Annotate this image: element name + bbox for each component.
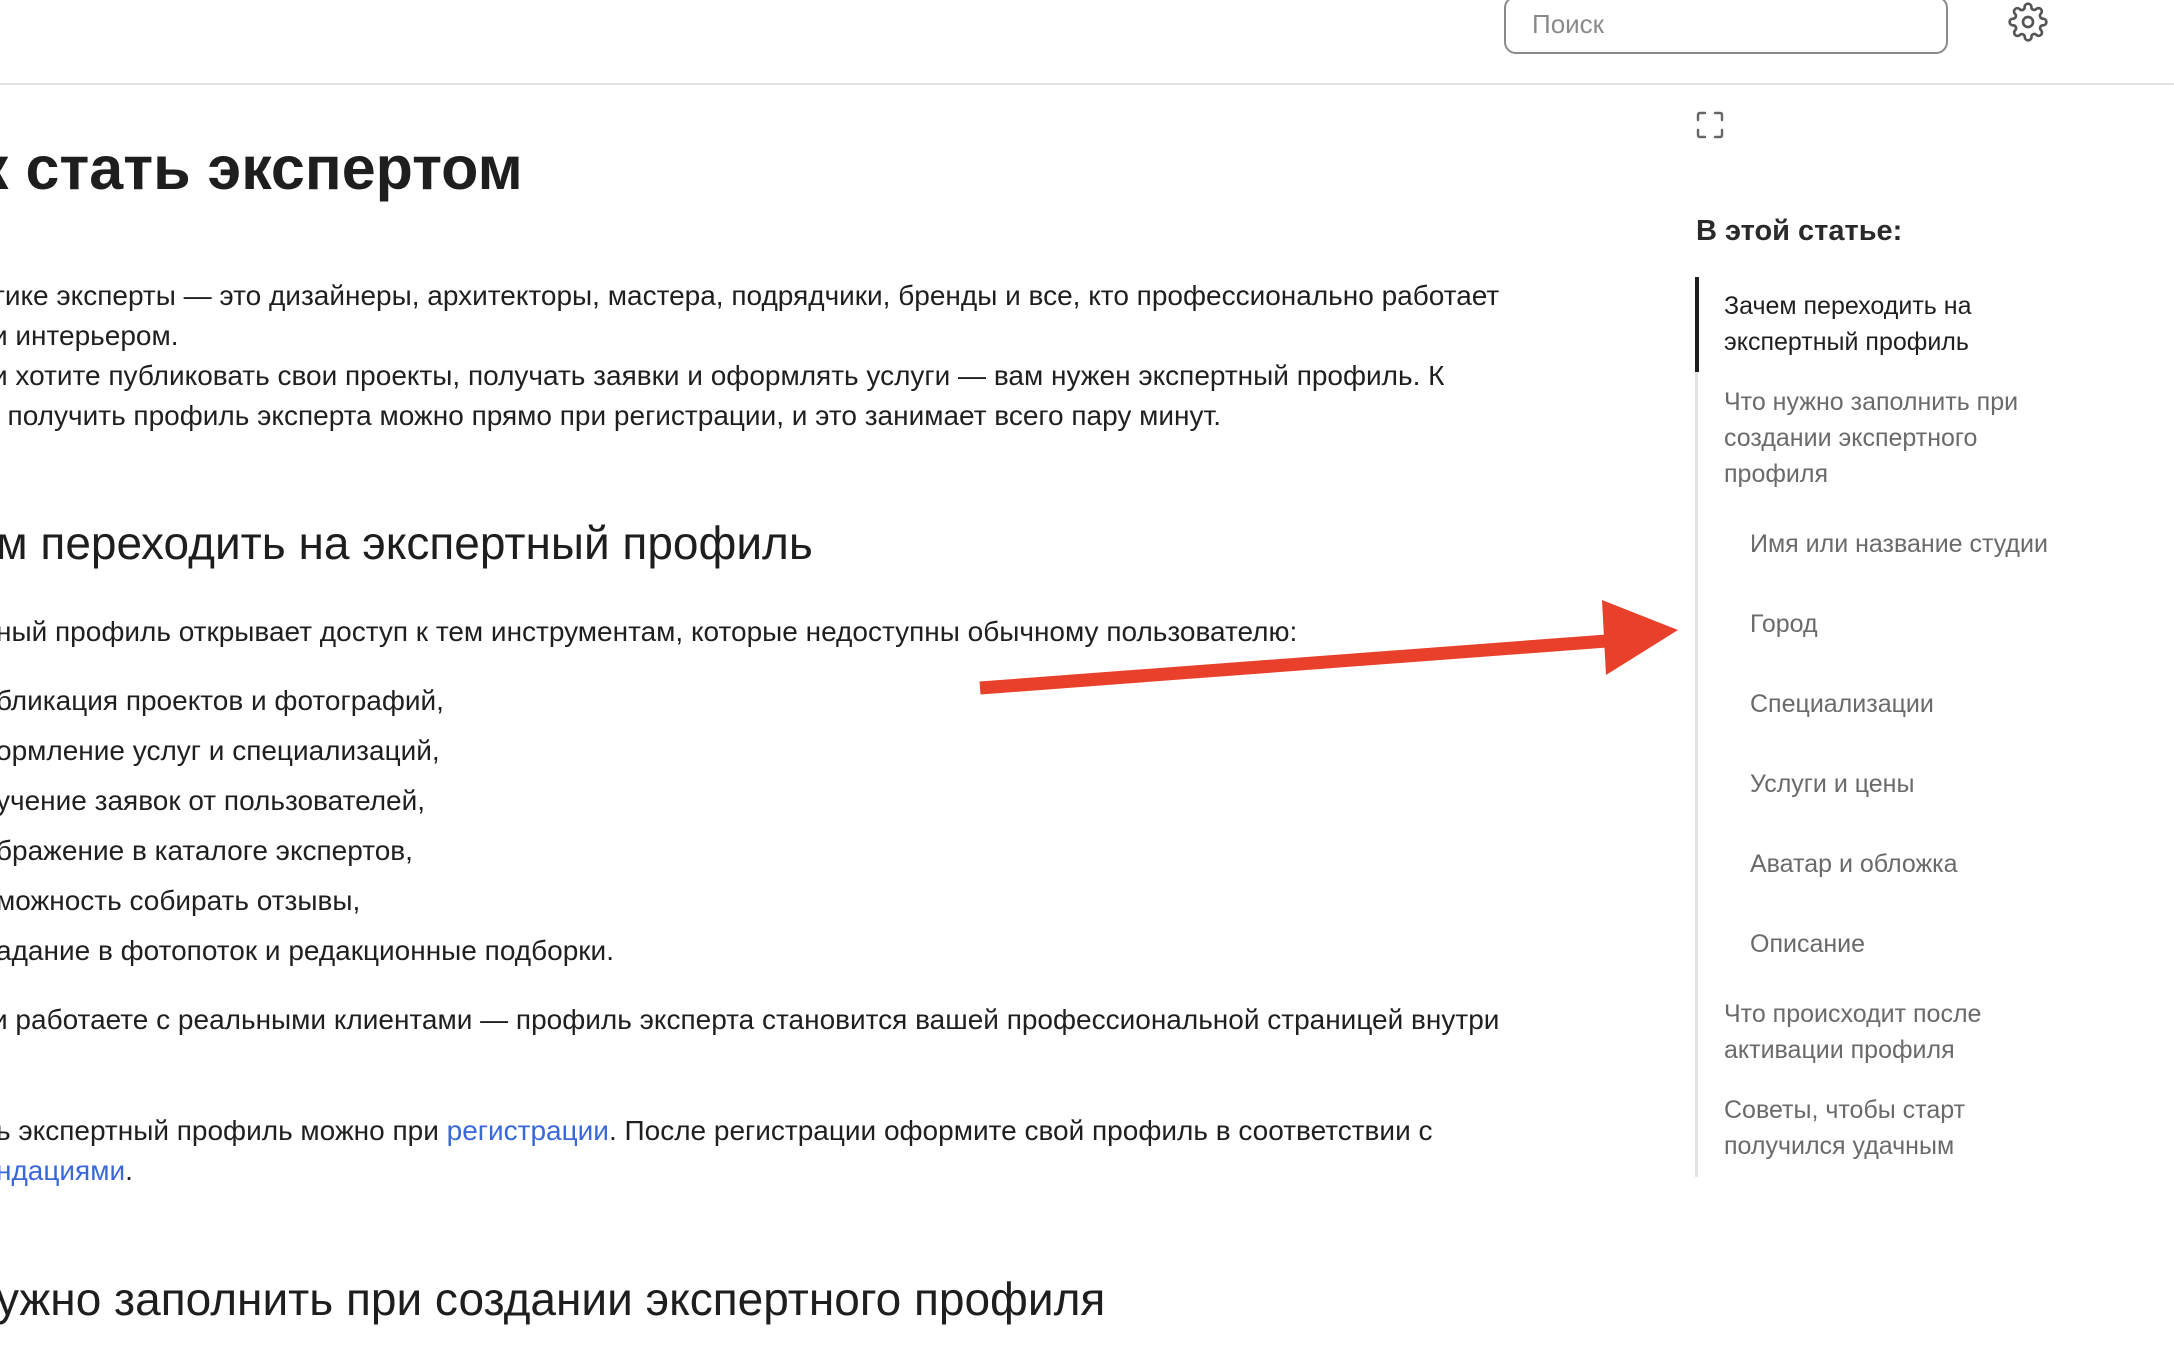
registration-link[interactable]: регистрации <box>447 1115 609 1146</box>
list-item: адание в фотопоток и редакционные подбор… <box>0 935 614 966</box>
toc-item-tips[interactable]: Советы, чтобы старт получился удачным <box>1724 1092 2064 1164</box>
section-title-why: м переходить на экспертный профиль <box>0 517 813 569</box>
gear-icon <box>2008 2 2048 42</box>
search-box[interactable] <box>1504 0 1948 54</box>
list-item: учение заявок от пользователей, <box>0 785 426 816</box>
toc-item-services[interactable]: Услуги и цены <box>1750 766 2090 802</box>
page: к стать экспертом тике эксперты — это ди… <box>0 0 2174 1372</box>
toc-heading: В этой статье: <box>1696 215 1903 247</box>
expand-button[interactable] <box>1695 110 1725 140</box>
toc-active-indicator <box>1695 277 1699 372</box>
search-input[interactable] <box>1530 0 1934 50</box>
toc-item-specializations[interactable]: Специализации <box>1750 686 2090 722</box>
toc-item-after-activation[interactable]: Что происходит после активации профиля <box>1724 996 2064 1068</box>
intro-line-1: тике эксперты — это дизайнеры, архитекто… <box>0 280 1500 311</box>
section-title-what: ужно заполнить при создании экспертного … <box>0 1273 1106 1325</box>
top-header <box>0 0 2174 85</box>
recommendations-link[interactable]: ндациями <box>0 1155 125 1186</box>
list-item: бражение в каталоге экспертов, <box>0 835 413 866</box>
list-item: ормление услуг и специализаций, <box>0 735 440 766</box>
toc-track <box>1695 277 1698 1177</box>
list-item: можность собирать отзывы, <box>0 885 361 916</box>
intro-line-2: и интерьером. <box>0 320 179 351</box>
section-lead: ный профиль открывает доступ к тем инстр… <box>0 616 1298 647</box>
intro-line-3: и хотите публиковать свои проекты, получ… <box>0 360 1445 391</box>
list-item: бликация проектов и фотографий, <box>0 685 444 716</box>
settings-button[interactable] <box>2006 0 2050 44</box>
article-title: к стать экспертом <box>0 134 523 202</box>
registration-line-1: ь экспертный профиль можно при регистрац… <box>0 1111 1433 1151</box>
intro-line-4: , получить профиль эксперта можно прямо … <box>0 400 1222 431</box>
toc-item-avatar[interactable]: Аватар и обложка <box>1750 846 2090 882</box>
clients-line-1: и работаете с реальными клиентами — проф… <box>0 1004 1500 1035</box>
toc-item-description[interactable]: Описание <box>1750 926 2090 962</box>
article: к стать экспертом тике эксперты — это ди… <box>0 83 1640 1372</box>
registration-text-end: . <box>125 1155 133 1186</box>
registration-text-after: . После регистрации оформите свой профил… <box>608 1115 1433 1146</box>
registration-text-before: ь экспертный профиль можно при <box>0 1115 447 1146</box>
toc-item-why[interactable]: Зачем переходить на экспертный профиль <box>1724 288 2064 360</box>
toc-item-city[interactable]: Город <box>1750 606 2090 642</box>
toc-item-name[interactable]: Имя или название студии <box>1750 526 2090 562</box>
expand-icon <box>1696 111 1724 139</box>
toc-item-what-to-fill[interactable]: Что нужно заполнить при создании эксперт… <box>1724 384 2064 492</box>
registration-line-2: ндациями. <box>0 1151 133 1191</box>
